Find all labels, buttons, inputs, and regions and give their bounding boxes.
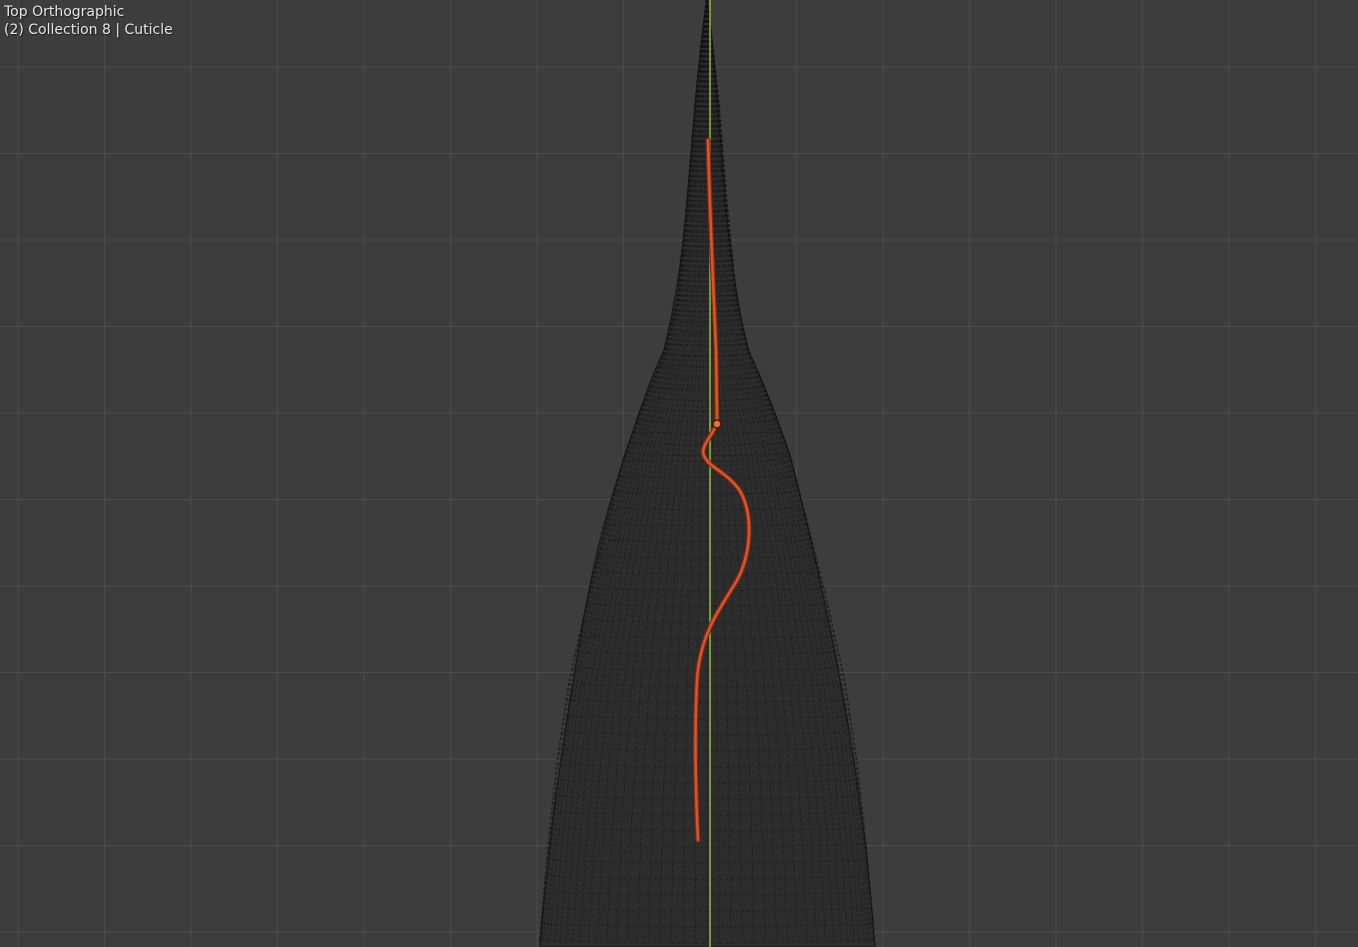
origin-point[interactable] (712, 419, 722, 429)
3d-viewport[interactable]: Top Orthographic (2) Collection 8 | Cuti… (0, 0, 1358, 947)
view-name-label: Top Orthographic (4, 4, 125, 20)
viewport-scene[interactable] (0, 0, 1358, 947)
object-info-label: (2) Collection 8 | Cuticle (4, 22, 173, 38)
